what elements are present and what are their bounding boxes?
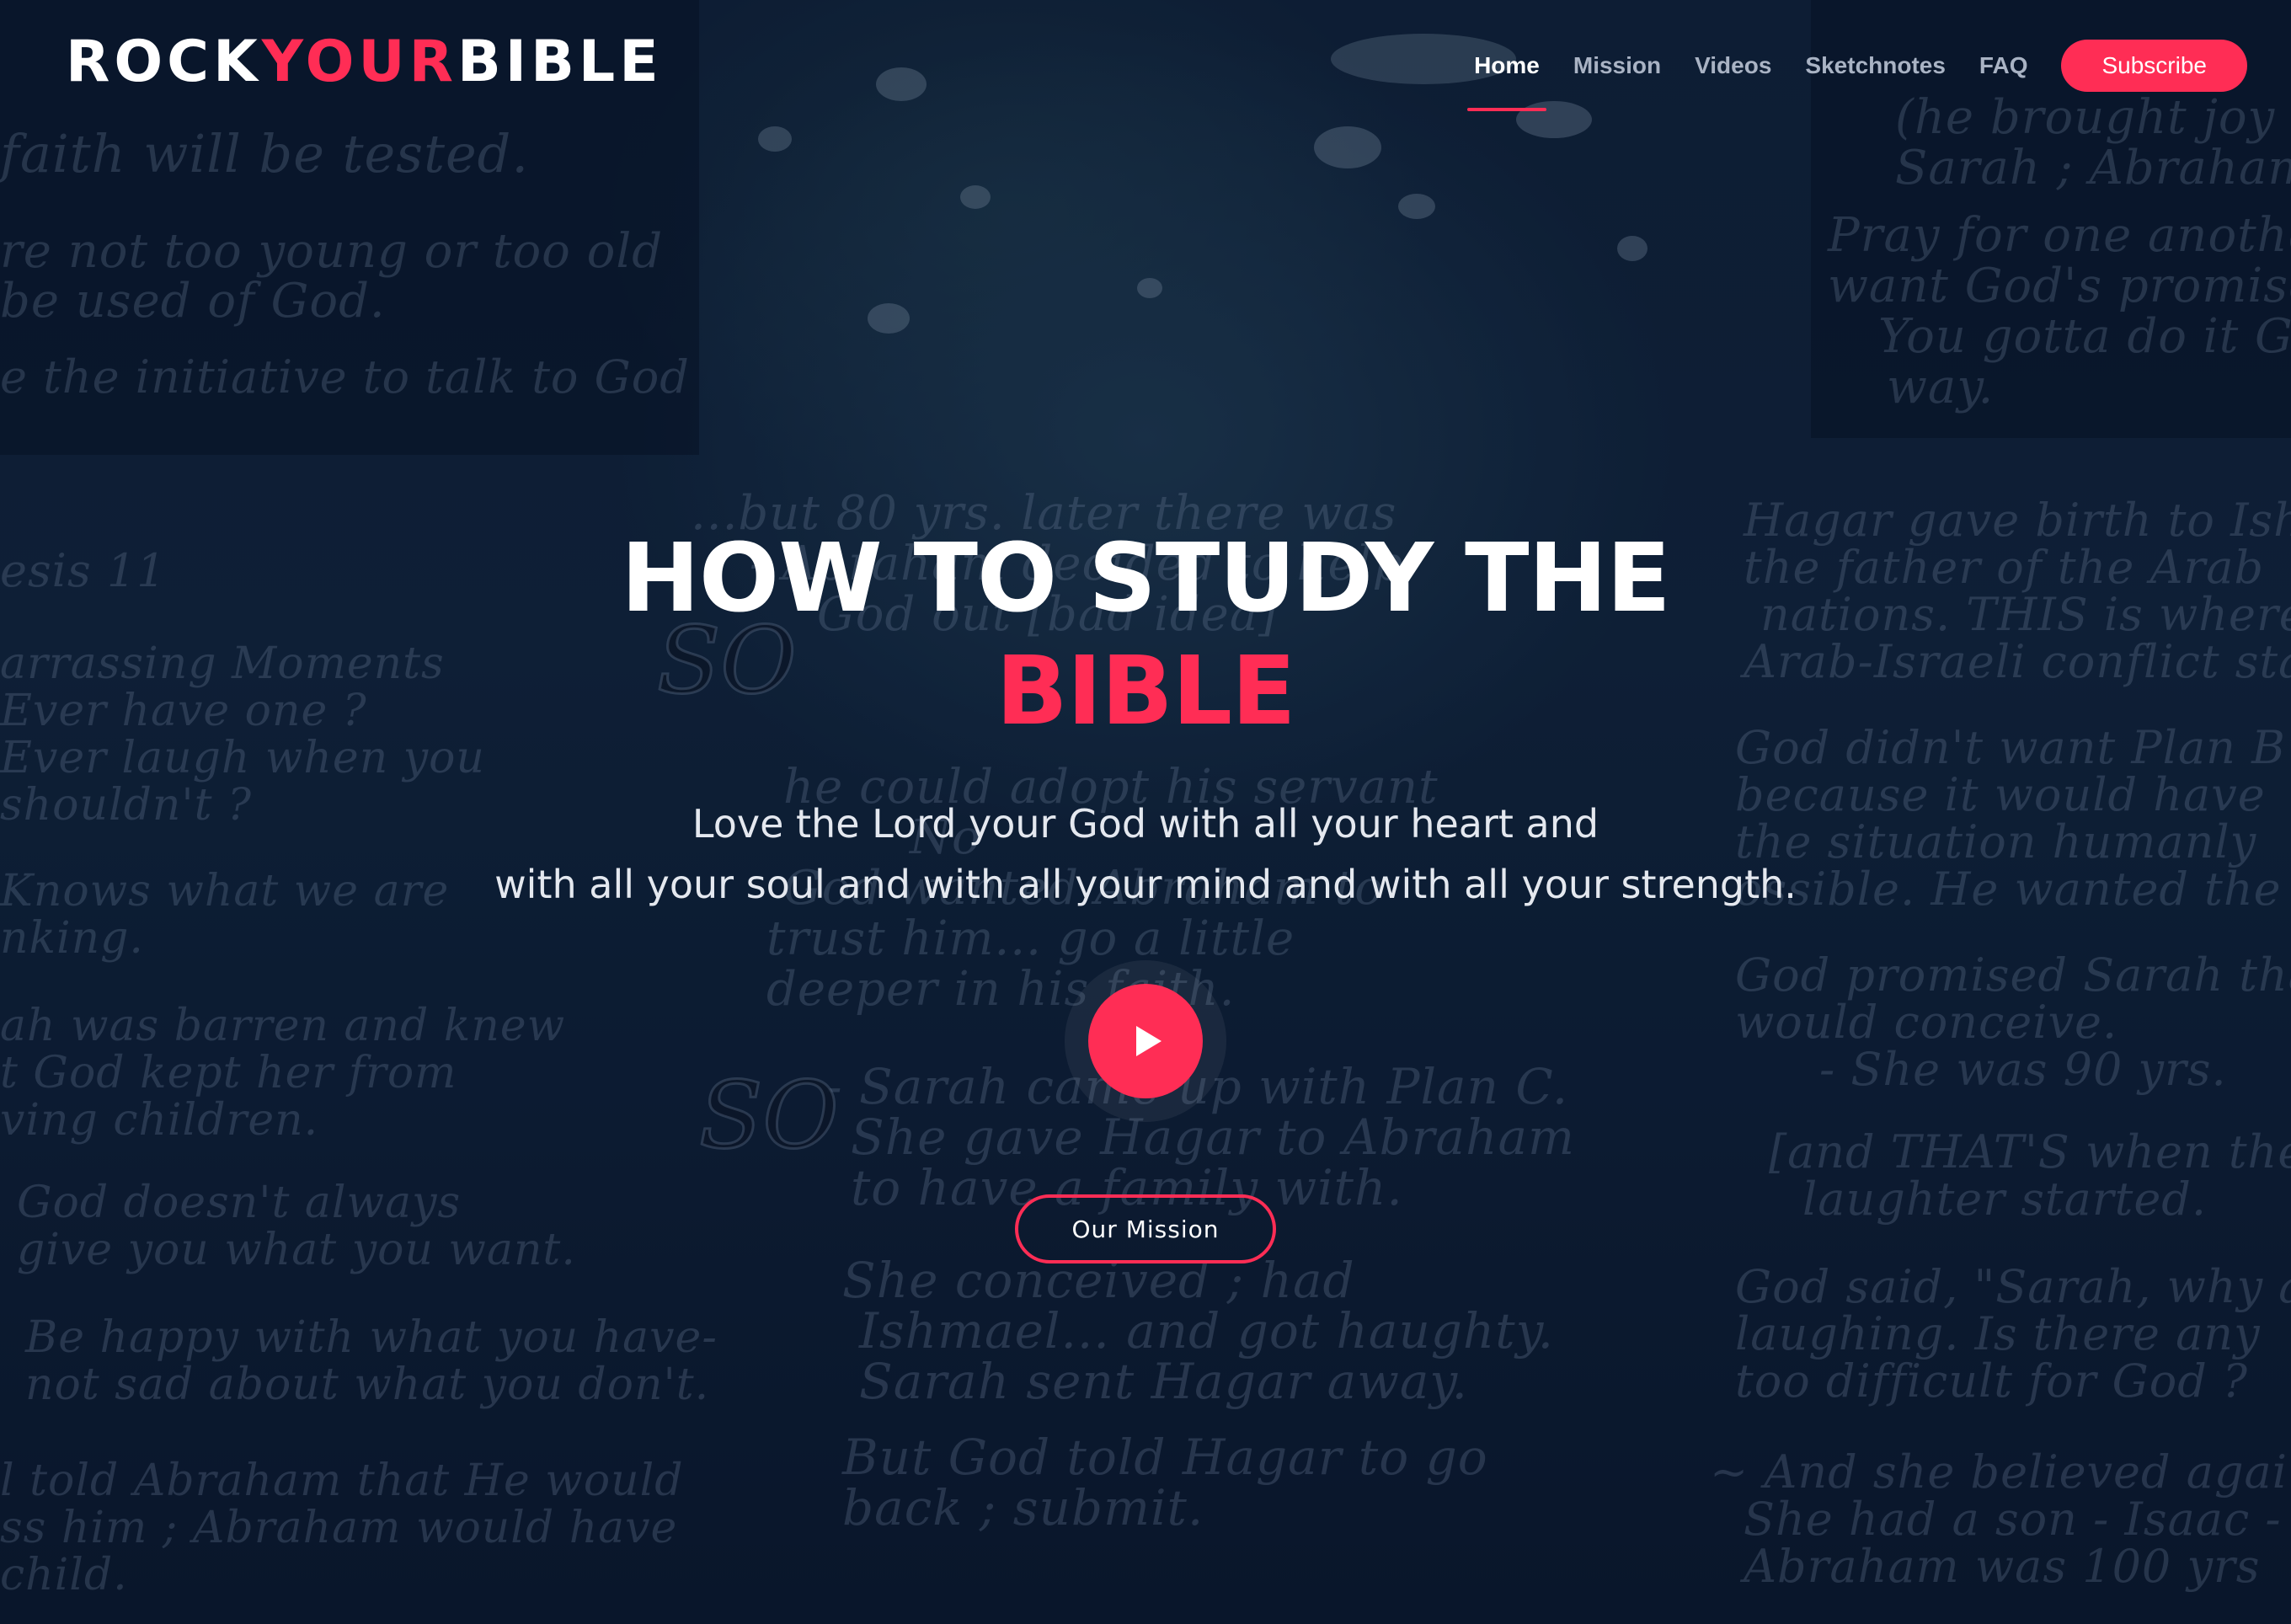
hero-title-line1: HOW TO STUDY THE	[621, 524, 1671, 633]
site-logo[interactable]: ROCKYOURBIBLE	[66, 34, 663, 91]
hero-content: HOW TO STUDY THE BIBLE Love the Lord you…	[0, 522, 2291, 1263]
hero-subtitle: Love the Lord your God with all your hea…	[0, 793, 2291, 915]
nav-sketchnotes[interactable]: Sketchnotes	[1805, 44, 1946, 88]
nav-mission[interactable]: Mission	[1573, 44, 1661, 88]
hero-title: HOW TO STUDY THE BIBLE	[0, 522, 2291, 748]
site-header: ROCKYOURBIBLE Home Mission Videos Sketch…	[0, 0, 2291, 131]
hero-title-accent: BIBLE	[996, 637, 1295, 746]
nav-videos[interactable]: Videos	[1695, 44, 1771, 88]
subscribe-button[interactable]: Subscribe	[2061, 40, 2247, 92]
logo-word-your: YOUR	[261, 29, 457, 95]
hero-subtitle-line2: with all your soul and with all your min…	[494, 862, 1797, 907]
main-nav: Home Mission Videos Sketchnotes FAQ Subs…	[1467, 0, 2291, 131]
nav-faq[interactable]: FAQ	[1979, 44, 2028, 88]
logo-word-bible: BIBLE	[457, 29, 663, 95]
hero-subtitle-line1: Love the Lord your God with all your hea…	[692, 801, 1599, 847]
play-button-halo	[1065, 960, 1226, 1122]
play-icon	[1136, 1026, 1162, 1056]
logo-word-rock: ROCK	[66, 29, 262, 95]
nav-home[interactable]: Home	[1467, 44, 1546, 111]
our-mission-button[interactable]: Our Mission	[1015, 1194, 1276, 1263]
play-video-button[interactable]	[1088, 984, 1203, 1098]
